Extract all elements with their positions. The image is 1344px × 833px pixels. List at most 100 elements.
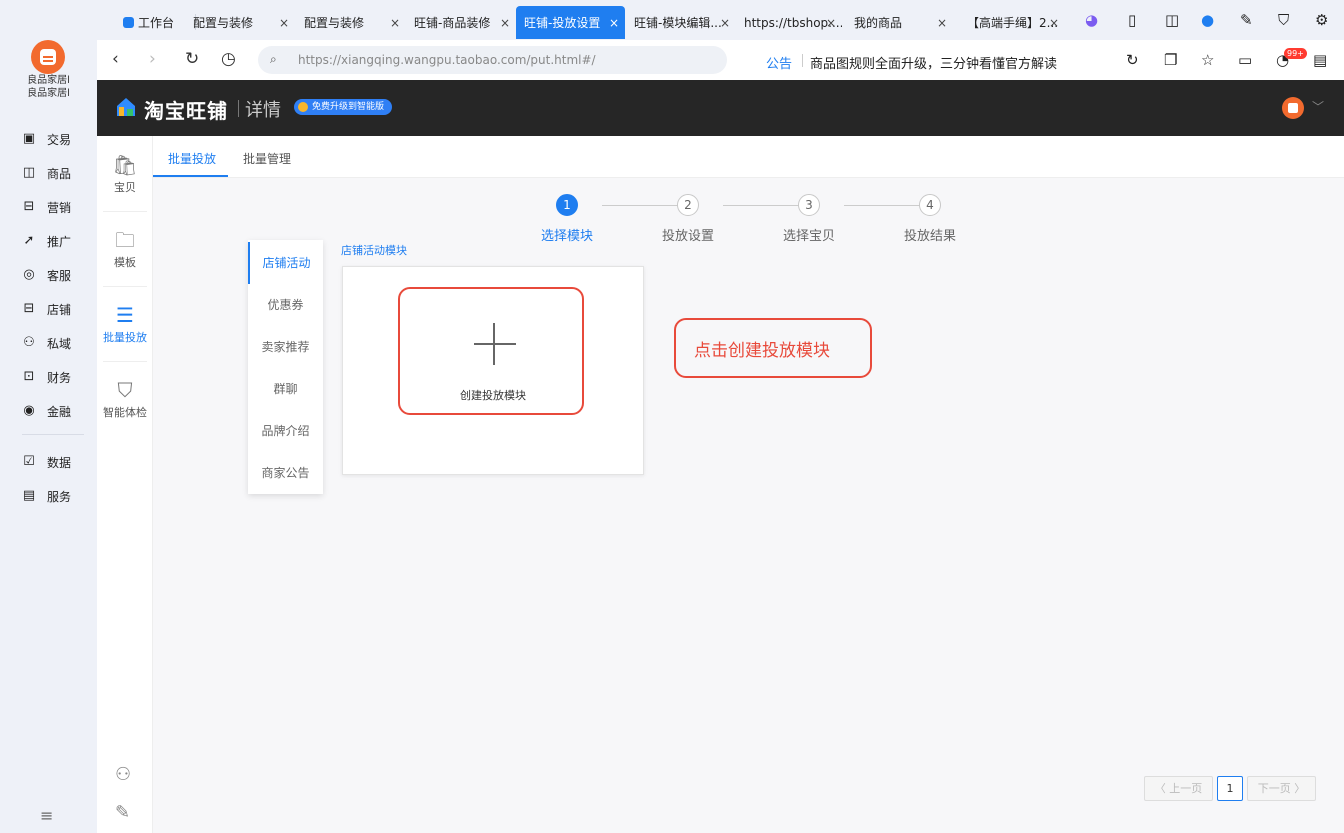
- module-category-menu: 店铺活动 优惠券 卖家推荐 群聊 品牌介绍 商家公告: [248, 240, 323, 494]
- close-icon[interactable]: ×: [1049, 16, 1059, 30]
- subnav-item-smart-check[interactable]: ⛉ 智能体检: [97, 379, 153, 420]
- nav-item-service[interactable]: ◎ 客服: [22, 258, 88, 292]
- nav-item-marketing[interactable]: ⊟ 营销: [22, 190, 88, 224]
- nav-item-trade[interactable]: ▣ 交易: [22, 122, 88, 156]
- step-number: 1: [556, 194, 578, 216]
- brand-divider: [238, 100, 239, 117]
- tab-batch-put[interactable]: 批量投放: [168, 150, 216, 167]
- close-icon[interactable]: ×: [279, 16, 289, 30]
- tab-bracelet[interactable]: 【高端手绳】2... ×: [959, 6, 1065, 39]
- page-number-button[interactable]: 1: [1217, 776, 1243, 801]
- close-icon[interactable]: ×: [720, 16, 730, 30]
- feedback-icon[interactable]: ✎: [115, 802, 130, 823]
- nav-item-services[interactable]: ▤ 服务: [22, 479, 88, 513]
- category-seller-recommend[interactable]: 卖家推荐: [248, 326, 323, 368]
- subnav-item-baby[interactable]: 🛍 宝贝: [97, 154, 153, 195]
- step-label: 投放结果: [903, 229, 956, 244]
- house-logo-icon: [117, 98, 135, 116]
- close-icon[interactable]: ×: [390, 16, 400, 30]
- upgrade-button[interactable]: 免费升级到智能版: [294, 99, 393, 115]
- assistant-icon[interactable]: ◕: [1085, 11, 1098, 29]
- data-icon: ☑: [23, 454, 35, 469]
- close-icon[interactable]: ×: [937, 16, 947, 30]
- copy-icon[interactable]: ❐: [1164, 51, 1177, 69]
- folder-icon: 🗀: [115, 228, 135, 252]
- user-circle-icon[interactable]: ●: [1201, 11, 1214, 29]
- nav-item-goods[interactable]: ◫ 商品: [22, 156, 88, 190]
- prev-page-button[interactable]: 〈 上一页: [1144, 776, 1213, 801]
- main-content: 批量投放 批量管理 1 选择模块 2 投放设置 3 选择宝贝 4 投放结果 店铺…: [153, 136, 1344, 833]
- edit-icon[interactable]: ✎: [1240, 11, 1253, 29]
- create-module-label: 创建投放模块: [460, 389, 526, 402]
- main-tabs: 批量投放 批量管理: [153, 136, 1344, 178]
- notice-link[interactable]: 商品图规则全面升级，三分钟看懂官方解读: [810, 53, 1057, 72]
- search-icon: ⌕: [270, 52, 277, 66]
- shirt-icon[interactable]: ⛉: [1278, 11, 1289, 29]
- page-header: 淘宝旺铺 详情 免费升级到智能版 ﹀: [97, 80, 1344, 136]
- chevron-down-icon[interactable]: ﹀: [1312, 98, 1324, 115]
- category-announcement[interactable]: 商家公告: [248, 452, 323, 494]
- step-label: 投放设置: [661, 229, 714, 244]
- home-icon: [123, 17, 134, 28]
- tab-put-settings[interactable]: 旺铺-投放设置 ×: [516, 6, 625, 39]
- tab-config-1[interactable]: 配置与装修 ×: [185, 6, 295, 39]
- tab-config-2[interactable]: 配置与装修 ×: [296, 6, 406, 39]
- subnav-item-batch-put[interactable]: ☰ 批量投放: [97, 304, 153, 345]
- close-icon[interactable]: ×: [500, 16, 510, 30]
- nav-item-data[interactable]: ☑ 数据: [22, 445, 88, 479]
- url-bar[interactable]: ⌕ https://xiangqing.wangpu.taobao.com/pu…: [258, 46, 727, 74]
- back-icon[interactable]: ‹: [112, 49, 119, 69]
- category-brand-intro[interactable]: 品牌介绍: [248, 410, 323, 452]
- category-coupon[interactable]: 优惠券: [248, 284, 323, 326]
- tab-my-goods[interactable]: 我的商品 ×: [846, 6, 953, 39]
- tab-module-edit[interactable]: 旺铺-模块编辑... ×: [626, 6, 736, 39]
- tab-tbshop[interactable]: https://tbshop.... ×: [736, 6, 842, 39]
- user-icon[interactable]: ⚇: [115, 764, 131, 785]
- folder-icon[interactable]: ▭: [1238, 51, 1252, 69]
- services-icon: ▤: [22, 488, 36, 503]
- notebook-icon[interactable]: ◫: [1165, 11, 1179, 29]
- forward-icon[interactable]: ›: [149, 49, 156, 69]
- chat-icon[interactable]: ▤: [1313, 51, 1327, 69]
- brand-subtitle: 详情: [245, 100, 281, 121]
- close-icon[interactable]: ×: [826, 16, 836, 30]
- active-tab-indicator: [153, 175, 228, 177]
- avatar[interactable]: [1282, 97, 1304, 119]
- step-number: 2: [677, 194, 699, 216]
- nav-item-store[interactable]: ⊟ 店铺: [22, 292, 88, 326]
- mobile-icon[interactable]: ▯: [1128, 11, 1136, 29]
- next-page-button[interactable]: 下一页 〉: [1247, 776, 1316, 801]
- nav-item-private[interactable]: ⚇ 私域: [22, 326, 88, 360]
- history-icon[interactable]: ◷: [221, 49, 236, 69]
- tab-goods-decor[interactable]: 旺铺-商品装修 ×: [406, 6, 516, 39]
- step-number: 4: [919, 194, 941, 216]
- store-logo-icon[interactable]: [31, 40, 65, 74]
- notice-divider: [802, 54, 803, 67]
- tab-workbench[interactable]: 工作台: [115, 6, 195, 39]
- refresh-circle-icon[interactable]: ↻: [1126, 51, 1139, 69]
- nav-item-banking[interactable]: ◉ 金融: [22, 394, 88, 428]
- app-nav: ▣ 交易 ◫ 商品 ⊟ 营销 ➚ 推广 ◎ 客服 ⊟ 店铺 ⚇ 私域 ⊡ 财务 ◉ 金融 ☑ 数据 …: [22, 122, 88, 513]
- annotation-callout: 点击创建投放模块: [674, 318, 872, 378]
- star-icon[interactable]: ☆: [1201, 51, 1214, 69]
- browser-tab-strip: 工作台 配置与装修 × 配置与装修 × 旺铺-商品装修 × 旺铺-投放设置 × 旺铺-模…: [97, 0, 1344, 40]
- close-icon[interactable]: ×: [609, 16, 619, 30]
- notice-label: 公告: [766, 57, 793, 72]
- category-group-chat[interactable]: 群聊: [248, 368, 323, 410]
- settings-icon[interactable]: ⚙: [1315, 11, 1328, 29]
- marketing-icon: ⊟: [23, 199, 35, 214]
- store-icon: ⊟: [23, 301, 35, 316]
- trade-icon: ▣: [22, 131, 36, 146]
- tab-batch-manage[interactable]: 批量管理: [243, 150, 291, 167]
- url-text[interactable]: https://xiangqing.wangpu.taobao.com/put.…: [298, 53, 596, 67]
- reload-icon[interactable]: ↻: [185, 49, 199, 69]
- category-store-activity[interactable]: 店铺活动: [248, 242, 323, 284]
- subnav-divider: [103, 361, 147, 362]
- subnav-item-template[interactable]: 🗀 模板: [97, 229, 153, 270]
- menu-icon[interactable]: ≡: [40, 806, 53, 825]
- step-label: 选择宝贝: [782, 229, 835, 244]
- nav-item-promotion[interactable]: ➚ 推广: [22, 224, 88, 258]
- create-module-button[interactable]: 创建投放模块: [398, 287, 584, 415]
- nav-item-finance[interactable]: ⊡ 财务: [22, 360, 88, 394]
- annotation-text: 点击创建投放模块: [694, 341, 830, 361]
